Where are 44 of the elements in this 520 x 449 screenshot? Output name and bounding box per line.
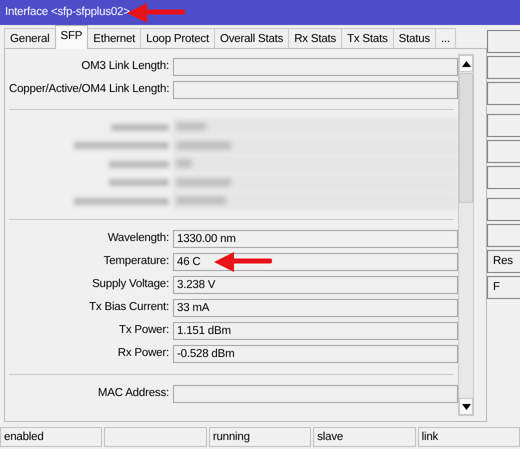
value-field[interactable] [173, 80, 458, 98]
field-label: OM3 Link Length: [80, 58, 170, 74]
side-button[interactable] [487, 224, 520, 247]
side-button[interactable] [487, 198, 520, 221]
window-title: Interface <sfp-sfpplus02> [5, 6, 130, 18]
down-arrow-icon [462, 404, 470, 410]
blurred-label [111, 124, 169, 131]
blurred-label [109, 179, 169, 186]
value-field[interactable]: 1.151 dBm [173, 322, 458, 340]
field-label: Supply Voltage: [91, 277, 170, 292]
field-label: MAC Address: [96, 386, 170, 402]
field-label: Copper/Active/OM4 Link Length: [9, 82, 170, 97]
tab[interactable]: ... [435, 28, 456, 49]
side-button[interactable] [487, 82, 520, 105]
value-field[interactable]: -0.528 dBm [173, 345, 458, 363]
value-field[interactable] [173, 58, 458, 76]
scroll-down-button[interactable] [459, 398, 473, 415]
field-label: Tx Power: [118, 323, 170, 338]
scroll-thumb[interactable] [459, 73, 473, 203]
field-label: Tx Bias Current: [88, 300, 170, 316]
value-field[interactable]: 46 C [173, 253, 458, 271]
value-field[interactable]: 1330.00 nm [173, 230, 458, 248]
value-field[interactable]: 33 mA [173, 299, 458, 317]
status-cell: running [208, 427, 312, 447]
side-button[interactable] [487, 140, 520, 163]
side-button[interactable] [487, 166, 520, 189]
side-button[interactable]: Res [487, 250, 520, 273]
status-cell: enabled [0, 427, 102, 447]
value-field[interactable]: 3.238 V [173, 276, 458, 294]
status-cell: slave [313, 427, 416, 447]
side-button[interactable]: F [487, 276, 520, 299]
side-button[interactable] [487, 30, 520, 53]
value-field[interactable] [173, 385, 458, 403]
tab[interactable]: General [4, 28, 56, 49]
scroll-up-button[interactable] [459, 55, 473, 72]
field-label: Temperature: [102, 254, 170, 270]
side-button[interactable] [487, 56, 520, 79]
side-button[interactable] [487, 114, 520, 137]
field-label: Wavelength: [106, 231, 170, 246]
status-cell: link [418, 427, 520, 447]
blurred-label [109, 160, 169, 168]
tab[interactable]: SFP [54, 25, 88, 49]
up-arrow-icon [462, 60, 470, 66]
field-label: Rx Power: [116, 346, 170, 362]
